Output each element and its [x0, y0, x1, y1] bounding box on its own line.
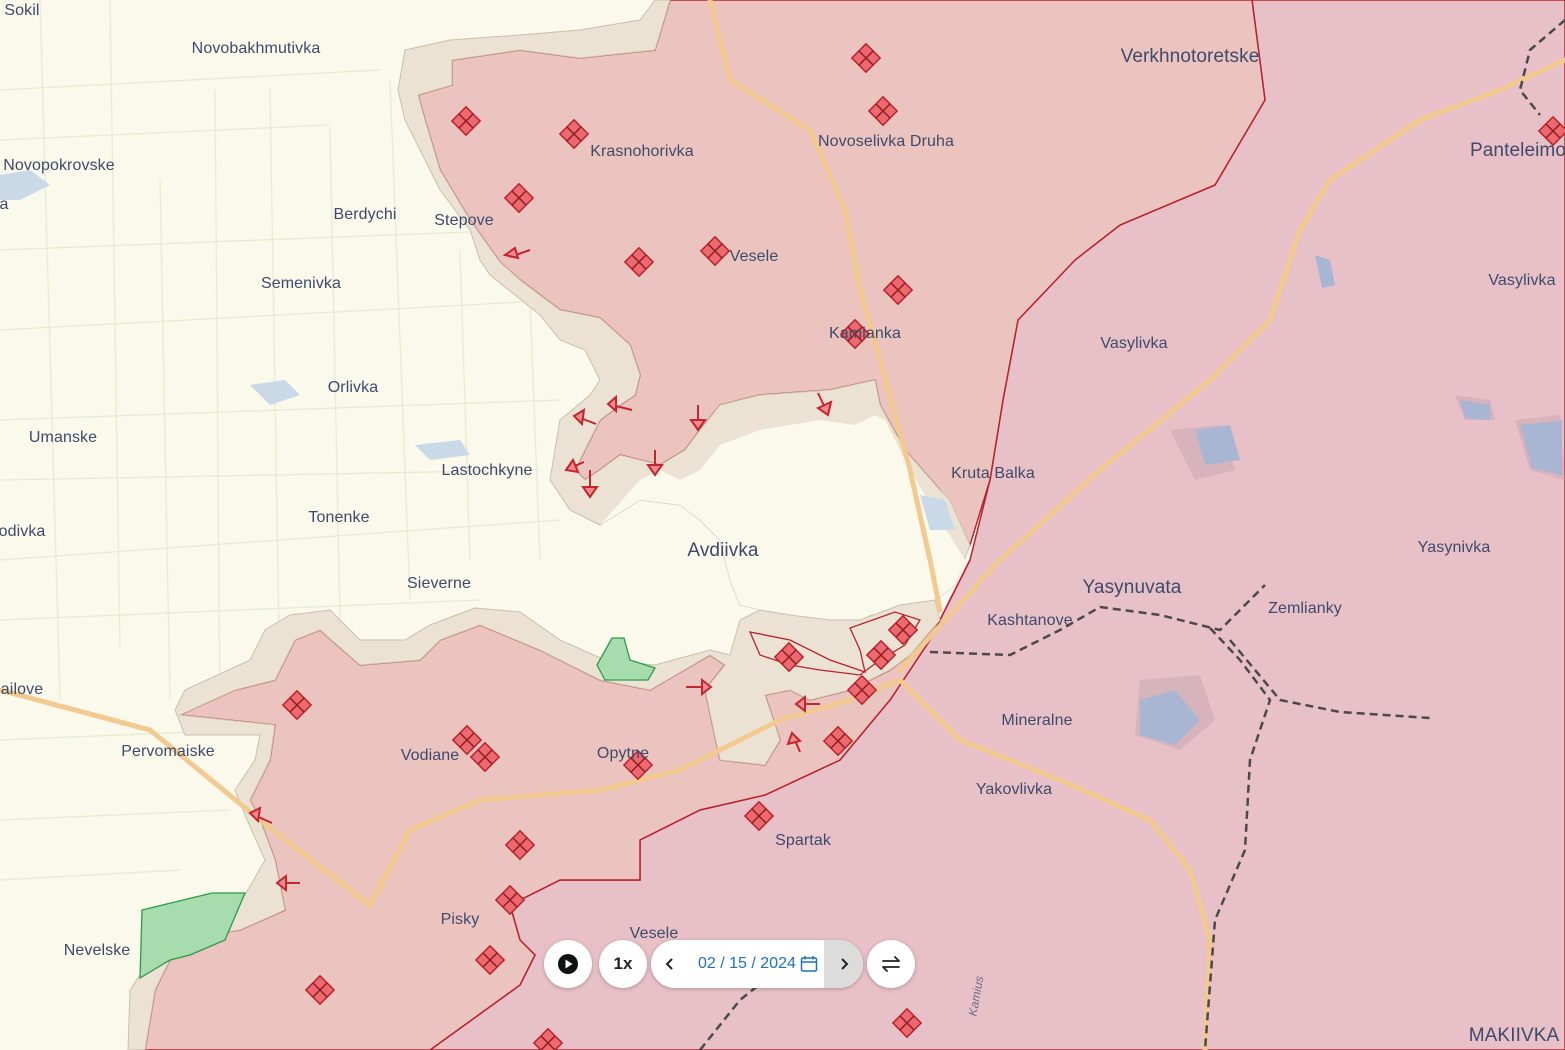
place-label: odivka [0, 523, 46, 540]
place-label: Yakovlivka [975, 781, 1053, 798]
swap-icon [882, 956, 900, 972]
chevron-right-icon [840, 958, 848, 970]
place-label: Krasnohorivka [590, 143, 694, 160]
place-label: a [0, 196, 9, 213]
place-label: Opytne [596, 745, 650, 762]
place-label: Spartak [775, 832, 831, 849]
place-label: Kashtanove [987, 612, 1073, 629]
place-label: Umanske [28, 429, 98, 446]
place-label: Sieverne [407, 575, 471, 592]
place-label: Novoselivka Druha [818, 133, 954, 150]
date-picker: 02 / 15 / 2024 [651, 940, 863, 988]
next-date-button[interactable] [824, 940, 863, 988]
date-input[interactable]: 02 / 15 / 2024 [689, 940, 824, 988]
place-label: Vesele [729, 248, 779, 265]
map-canvas[interactable] [0, 0, 1565, 1050]
previous-date-button[interactable] [651, 940, 689, 988]
place-label: Vasylivka [1488, 272, 1556, 289]
place-label: Avdiivka [687, 540, 759, 561]
speed-label: 1x [613, 954, 633, 973]
place-label: Lastochkyne [441, 462, 533, 479]
speed-button[interactable]: 1x [599, 940, 647, 988]
place-label: Panteleimo [1469, 140, 1565, 161]
place-label: Yasynivka [1417, 539, 1491, 556]
place-label: MAKIIVKA [1468, 1025, 1560, 1046]
place-label: Vodiane [400, 747, 460, 764]
place-label: Novopokrovske [3, 157, 115, 174]
place-label: Orlivka [327, 379, 379, 396]
place-label: Kamianka [829, 325, 901, 342]
place-label: Tonenke [308, 509, 370, 526]
place-label: Pisky [440, 911, 480, 928]
place-label: Yasynuvata [1082, 577, 1182, 598]
place-label: Zemlianky [1268, 600, 1342, 617]
place-label: Vasylivka [1100, 335, 1168, 352]
place-label: Nevelske [63, 942, 131, 959]
date-value: 02 / 15 / 2024 [698, 955, 796, 972]
place-label: Novobakhmutivka [191, 40, 321, 57]
chevron-left-icon [665, 958, 673, 970]
place-label: Stepove [434, 212, 494, 229]
place-label: Verkhnotoretske [1120, 46, 1260, 67]
play-icon [558, 954, 578, 974]
place-label: Semenivka [260, 275, 342, 292]
place-label: Mineralne [1001, 712, 1073, 729]
place-label: Berdychi [333, 206, 397, 223]
calendar-icon[interactable] [800, 955, 818, 973]
play-button[interactable] [544, 940, 592, 988]
place-label: Sokil [4, 2, 40, 19]
place-label: ailove [0, 681, 44, 698]
compare-button[interactable] [867, 940, 915, 988]
place-label: Pervomaiske [121, 743, 215, 760]
place-label: Kruta Balka [951, 465, 1035, 482]
